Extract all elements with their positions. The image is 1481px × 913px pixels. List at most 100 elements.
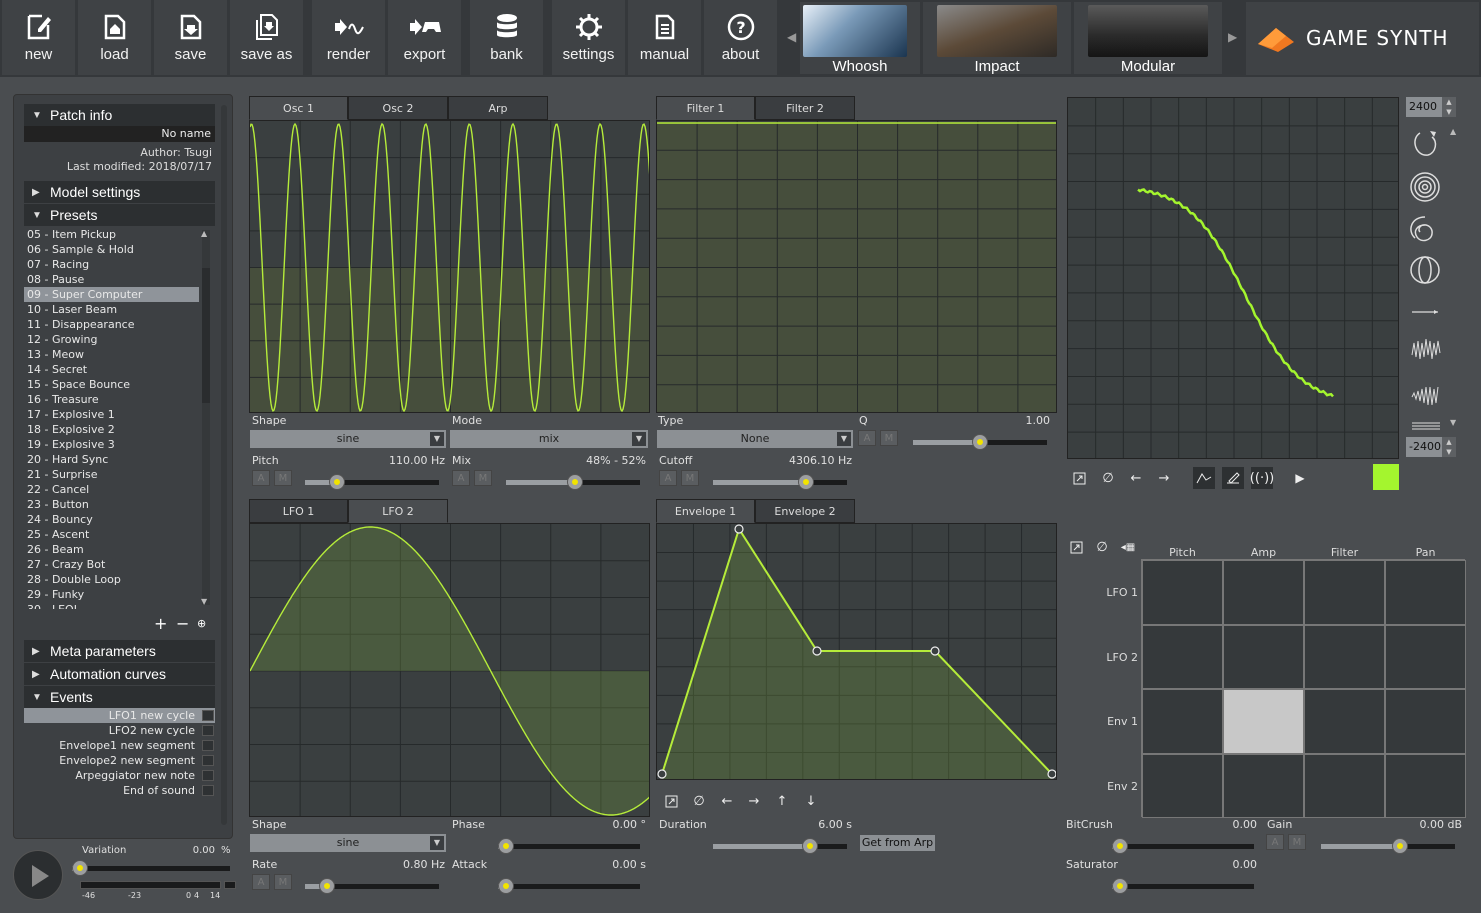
- preset-item[interactable]: 26 - Beam: [24, 542, 199, 557]
- event-item[interactable]: Envelope2 new segment: [24, 753, 215, 768]
- matrix-cell[interactable]: [1385, 753, 1466, 818]
- rate-modulation-button[interactable]: M: [274, 874, 292, 890]
- curve-max-field[interactable]: 2400 ▲ ▼: [1406, 97, 1456, 117]
- curve-color-swatch[interactable]: [1373, 464, 1399, 490]
- manual-button[interactable]: manual: [628, 0, 701, 75]
- envelope-point[interactable]: [734, 524, 744, 534]
- save-button[interactable]: save: [154, 0, 227, 75]
- tab-envelope-2[interactable]: Envelope 2: [755, 499, 855, 523]
- lfo-waveform-view[interactable]: [249, 523, 650, 817]
- events-header[interactable]: ▼ Events: [24, 686, 215, 708]
- preset-item[interactable]: 20 - Hard Sync: [24, 452, 199, 467]
- preset-item[interactable]: 11 - Disappearance: [24, 317, 199, 332]
- curve-mode-signal-icon[interactable]: ((·)): [1250, 467, 1274, 489]
- filter-response-view[interactable]: [656, 120, 1057, 413]
- variation-slider[interactable]: [72, 860, 230, 876]
- matrix-cell[interactable]: [1223, 560, 1304, 625]
- mix-automation-button[interactable]: A: [452, 470, 470, 486]
- matrix-cell[interactable]: [1385, 689, 1466, 754]
- matrix-cell[interactable]: [1223, 624, 1304, 689]
- arrow-right-icon[interactable]: →: [1153, 467, 1175, 489]
- event-item[interactable]: Arpeggiator new note: [24, 768, 215, 783]
- saturator-slider[interactable]: [1112, 878, 1254, 894]
- env-fit-view-icon[interactable]: [660, 790, 682, 812]
- preset-item[interactable]: 17 - Explosive 1: [24, 407, 199, 422]
- preset-item[interactable]: 18 - Explosive 2: [24, 422, 199, 437]
- preset-item[interactable]: 08 - Pause: [24, 272, 199, 287]
- event-checkbox[interactable]: [202, 710, 214, 721]
- curve-preset-spiral-icon[interactable]: [1410, 172, 1440, 202]
- filter-type-dropdown[interactable]: None ▼: [657, 430, 853, 448]
- presets-header[interactable]: ▼ Presets: [24, 204, 215, 226]
- add-preset-icon[interactable]: +: [154, 614, 167, 633]
- event-checkbox[interactable]: [202, 755, 214, 766]
- event-item[interactable]: LFO1 new cycle: [24, 708, 215, 723]
- curve-preset-swirl-icon[interactable]: [1410, 216, 1433, 242]
- matrix-cell[interactable]: [1304, 753, 1385, 818]
- preset-scrollbar-thumb[interactable]: [202, 268, 210, 403]
- rate-automation-button[interactable]: A: [252, 874, 270, 890]
- curve-preset-lines-icon[interactable]: [1412, 422, 1440, 430]
- get-from-arp-button[interactable]: Get from Arp: [860, 835, 935, 851]
- tab-filter-2[interactable]: Filter 2: [755, 96, 855, 120]
- event-checkbox[interactable]: [202, 785, 214, 796]
- pitch-modulation-button[interactable]: M: [274, 470, 292, 486]
- preset-item[interactable]: 28 - Double Loop: [24, 572, 199, 587]
- env-arrow-right-icon[interactable]: →: [743, 790, 765, 812]
- matrix-cell[interactable]: [1142, 624, 1223, 689]
- phase-slider[interactable]: [498, 838, 640, 854]
- pitch-automation-button[interactable]: A: [252, 470, 270, 486]
- play-button[interactable]: [13, 850, 63, 900]
- about-button[interactable]: ? about: [704, 0, 777, 75]
- preset-item[interactable]: 19 - Explosive 3: [24, 437, 199, 452]
- tab-envelope-1[interactable]: Envelope 1: [656, 499, 755, 523]
- bitcrush-slider[interactable]: [1112, 838, 1254, 854]
- spin-arrows-icon[interactable]: ▲ ▼: [1442, 97, 1456, 117]
- osc-waveform-view[interactable]: [249, 120, 650, 413]
- preset-item[interactable]: 25 - Ascent: [24, 527, 199, 542]
- event-item[interactable]: LFO2 new cycle: [24, 723, 215, 738]
- preset-item[interactable]: 24 - Bouncy: [24, 512, 199, 527]
- matrix-cell[interactable]: [1142, 753, 1223, 818]
- pitch-slider[interactable]: [305, 474, 439, 490]
- env-arrow-down-icon[interactable]: ↓: [800, 790, 822, 812]
- duration-slider[interactable]: [713, 838, 847, 854]
- remove-preset-icon[interactable]: −: [176, 614, 189, 633]
- cutoff-modulation-button[interactable]: M: [681, 470, 699, 486]
- matrix-cell[interactable]: [1304, 560, 1385, 625]
- patch-info-header[interactable]: ▼ Patch info: [24, 104, 215, 126]
- models-scroll-right-icon[interactable]: ▶: [1228, 30, 1237, 44]
- q-slider[interactable]: [913, 434, 1047, 450]
- models-scroll-left-icon[interactable]: ◀: [787, 30, 796, 44]
- envelope-point[interactable]: [812, 646, 822, 656]
- matrix-settings-icon[interactable]: ◂▦: [1117, 536, 1139, 558]
- matrix-cell[interactable]: [1142, 560, 1223, 625]
- gain-modulation-button[interactable]: M: [1288, 834, 1306, 850]
- matrix-cell[interactable]: [1304, 689, 1385, 754]
- tab-osc-1[interactable]: Osc 1: [249, 96, 348, 120]
- osc-mode-dropdown[interactable]: mix ▼: [450, 430, 648, 448]
- curve-preset-noise-icon[interactable]: [1411, 338, 1441, 360]
- preset-item[interactable]: 12 - Growing: [24, 332, 199, 347]
- event-item[interactable]: Envelope1 new segment: [24, 738, 215, 753]
- preset-item[interactable]: 27 - Crazy Bot: [24, 557, 199, 572]
- gain-slider[interactable]: [1321, 838, 1455, 854]
- export-button[interactable]: export: [388, 0, 461, 75]
- gain-automation-button[interactable]: A: [1266, 834, 1284, 850]
- tab-osc-2[interactable]: Osc 2: [348, 96, 448, 120]
- mix-slider[interactable]: [506, 474, 640, 490]
- model-modular[interactable]: Modular: [1074, 2, 1222, 75]
- matrix-cell[interactable]: [1304, 624, 1385, 689]
- preset-item[interactable]: 09 - Super Computer: [24, 287, 199, 302]
- settings-button[interactable]: settings: [552, 0, 625, 75]
- curve-mode-envelope-icon[interactable]: [1193, 467, 1215, 489]
- envelope-editor[interactable]: [656, 523, 1057, 780]
- render-button[interactable]: render: [312, 0, 385, 75]
- matrix-cell[interactable]: [1385, 624, 1466, 689]
- attack-slider[interactable]: [498, 878, 640, 894]
- envelope-point[interactable]: [657, 769, 667, 779]
- left-panel-scrollbar[interactable]: [221, 105, 227, 825]
- matrix-cell[interactable]: [1142, 689, 1223, 754]
- preset-item[interactable]: 05 - Item Pickup: [24, 227, 199, 242]
- load-button[interactable]: load: [78, 0, 151, 75]
